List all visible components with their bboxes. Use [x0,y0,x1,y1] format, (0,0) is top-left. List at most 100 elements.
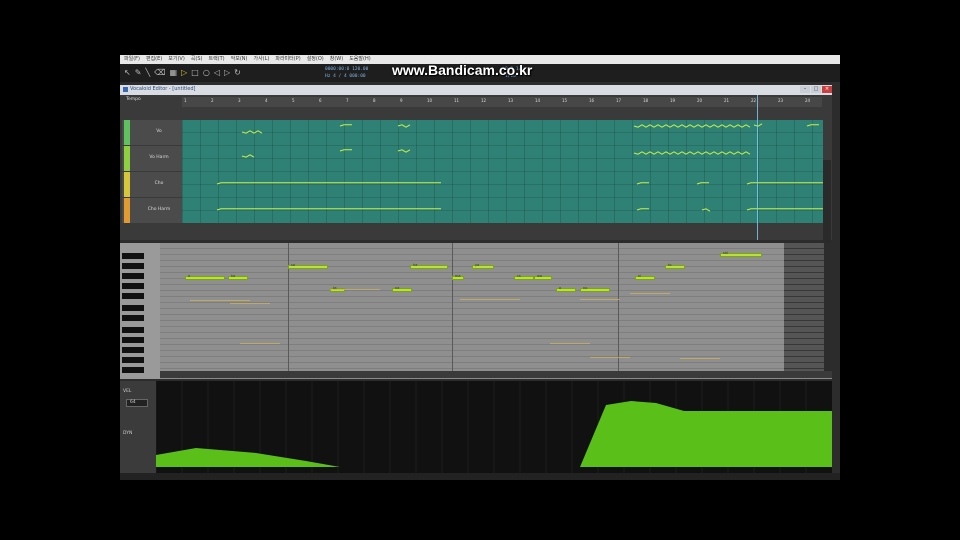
track-header[interactable]: Vo Harm [122,146,182,171]
piano-roll-vertical-scrollbar[interactable] [824,243,832,371]
menu-item-10[interactable]: 도움말(H) [349,55,370,64]
play-icon[interactable]: ▷ [181,68,187,78]
measure-line [618,243,619,371]
ruler-measure-number: 12 [481,98,487,103]
ruler-measure-number: 13 [508,98,514,103]
menu-item-6[interactable]: 가사(L) [253,55,269,64]
piano-key[interactable] [122,293,144,299]
ruler-measure-number: 17 [616,98,622,103]
menu-item-9[interactable]: 창(W) [330,55,343,64]
ruler-measure-number: 16 [589,98,595,103]
note[interactable]: ya [472,263,494,269]
note[interactable]: to [665,263,685,269]
line-icon[interactable]: ╲ [145,68,150,78]
piano-key[interactable] [122,305,144,311]
menu-item-7[interactable]: 파라미터(P) [275,55,300,64]
menu-item-0[interactable]: 파일(F) [124,55,140,64]
ruler-measure-number: 20 [697,98,703,103]
piano-keyboard[interactable] [120,243,160,379]
note[interactable]: ni [635,274,655,280]
note-lyric: ra [517,274,521,278]
playhead-cursor[interactable] [757,95,758,240]
track-header[interactable]: Cho Harm [122,198,182,223]
pitch-curve [633,124,751,128]
ruler-measure-number: 24 [805,98,811,103]
note[interactable]: a [185,274,225,280]
ruler-measure-number: 5 [292,98,295,103]
track-name: Vo Harm [149,155,169,160]
pitch-curve [397,149,411,153]
note[interactable]: ma [452,274,464,280]
note-grid[interactable]: a ka sa ta na ha ma ya ra wa o no ni to shi [160,243,784,371]
piano-roll: a ka sa ta na ha ma ya ra wa o no ni to shi [120,243,832,379]
note[interactable]: wa [534,274,552,280]
parameter-curve-canvas[interactable] [156,381,832,473]
track-header[interactable]: Vo [122,120,182,145]
track-color-strip [124,146,130,171]
piano-key[interactable] [122,357,144,363]
note[interactable]: na [392,286,412,292]
ghost-note-line [190,300,250,301]
measure-line [288,243,289,371]
pitch-curve [216,208,441,211]
piano-key[interactable] [122,327,144,333]
note-lyric: to [668,263,672,267]
grid-icon[interactable]: ▦ [170,68,178,78]
piano-key[interactable] [122,337,144,343]
piano-key[interactable] [122,315,144,321]
menu-item-3[interactable]: 곡(S) [191,55,203,64]
piano-key[interactable] [122,263,144,269]
piano-key[interactable] [122,273,144,279]
ruler-measure-number: 6 [319,98,322,103]
rewind-icon[interactable]: ◁ [214,68,220,78]
recorder-watermark: www.Bandicam.co.kr [392,62,533,78]
maximize-button[interactable]: □ [811,86,821,93]
note-lyric: wa [537,274,543,278]
menu-item-4[interactable]: 트랙(T) [208,55,224,64]
parameter-value-box[interactable]: 64 [126,399,148,407]
piano-key[interactable] [122,253,144,259]
parameter-sidebar: VEL 64 DYN [120,381,156,473]
pencil-icon[interactable]: ✎ [135,68,142,78]
note[interactable]: ha [410,263,448,269]
timeline-ruler[interactable]: 1 2 3 4 5 6 7 8 9 10 11 12 13 14 15 16 17 18 19 20 21 22 23 24 [182,97,822,107]
loop-icon[interactable]: ↻ [234,68,241,78]
ghost-note-line [230,303,270,304]
piano-roll-horizontal-scrollbar[interactable] [160,371,832,378]
parameter-editor: VEL 64 DYN [120,381,832,473]
pitch-curve [339,124,352,127]
stop-icon[interactable]: □ [191,68,199,78]
tempo-track-label: Tempo [126,97,141,102]
piano-key[interactable] [122,367,144,373]
menu-item-1[interactable]: 편집(E) [146,55,162,64]
pitch-curve [746,182,823,185]
piano-key[interactable] [122,347,144,353]
note[interactable]: ka [228,274,248,280]
minimize-button[interactable]: – [800,86,810,93]
note[interactable]: no [580,286,610,292]
close-button[interactable]: × [822,86,832,93]
forward-icon[interactable]: ▷ [224,68,230,78]
piano-key[interactable] [122,283,144,289]
eraser-icon[interactable]: ⌫ [154,68,165,78]
editor-window: 파일(F) 편집(E) 보기(V) 곡(S) 트랙(T) 악보(N) 가사(L) 파라미터(P… [120,55,840,480]
pitch-curve [701,208,711,212]
menu-item-5[interactable]: 악보(N) [231,55,248,64]
menu-item-2[interactable]: 보기(V) [168,55,185,64]
ruler-measure-number: 1 [184,98,187,103]
parameter-label: VEL [123,389,132,394]
app-icon [123,87,128,92]
ghost-note-line [460,299,520,300]
ruler-measure-number: 4 [265,98,268,103]
pitch-curve [806,124,819,127]
note[interactable]: sa [288,263,328,269]
note[interactable]: o [556,286,576,292]
arrow-icon[interactable]: ↖ [124,68,131,78]
menu-item-8[interactable]: 설정(O) [307,55,324,64]
pitch-curve [241,130,263,134]
track-header[interactable]: Cho [122,172,182,197]
pitch-curve [633,151,751,155]
note[interactable]: ra [514,274,534,280]
record-icon[interactable]: ○ [203,68,210,78]
note[interactable]: shi [720,251,762,257]
